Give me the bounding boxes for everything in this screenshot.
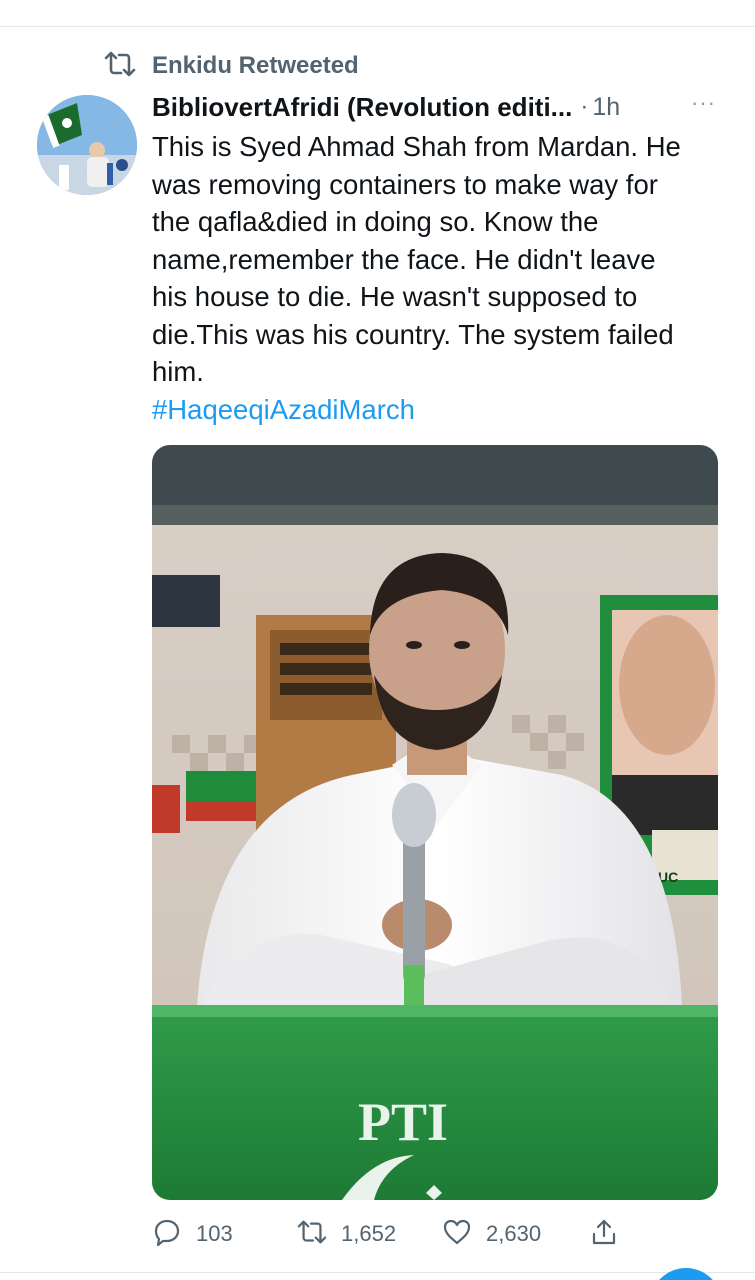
retweet-icon [297, 1217, 327, 1252]
svg-text:PTI: PTI [358, 1092, 448, 1152]
retweet-button[interactable]: 1,652 [297, 1214, 396, 1254]
tweet-timestamp[interactable]: 1h [592, 93, 620, 122]
retweet-icon [104, 51, 136, 82]
bottom-divider [0, 1272, 755, 1273]
tweet-text-line: him. [152, 356, 204, 387]
top-divider [0, 26, 755, 27]
reply-count: 103 [196, 1221, 233, 1246]
tweet-text-line: name,remember the face. He didn't leave [152, 243, 656, 275]
share-icon [589, 1217, 619, 1252]
tweet-text-line: the qafla&died in doing so. Know the [152, 206, 599, 237]
share-button[interactable] [589, 1214, 619, 1254]
tweet-actions: 103 1,652 2,630 [152, 1214, 632, 1254]
tweet-photo[interactable]: UC PTI [152, 445, 718, 1200]
compose-tweet-button[interactable] [650, 1268, 722, 1280]
photo-man-speaking-icon: UC PTI [152, 445, 718, 1200]
author-name[interactable]: BibliovertAfridi (Revolution editi... [152, 92, 572, 123]
more-options-icon[interactable]: ··· [691, 90, 716, 116]
tweet-text-line: his house to die. He wasn't supposed to [152, 281, 638, 312]
header-separator: · [580, 93, 589, 120]
like-count: 2,630 [486, 1221, 542, 1246]
tweet-text-line: was removing containers to make way for [152, 168, 658, 200]
tweet-text-line: die.This was his country. The system fai… [152, 318, 674, 350]
retweet-context-text: Enkidu Retweeted [152, 52, 359, 79]
retweet-context[interactable]: Enkidu Retweeted [104, 51, 359, 82]
like-button[interactable]: 2,630 [442, 1214, 541, 1254]
heart-icon [442, 1217, 472, 1252]
reply-icon [152, 1217, 182, 1252]
reply-button[interactable]: 103 [152, 1214, 233, 1254]
hashtag-link[interactable]: #HaqeeqiAzadiMarch [152, 391, 415, 429]
tweet-header: BibliovertAfridi (Revolution editi... · … [152, 90, 722, 124]
tweet-text: This is Syed Ahmad Shah from Mardan. He … [152, 128, 727, 391]
retweet-count: 1,652 [341, 1221, 397, 1246]
avatar[interactable] [37, 95, 137, 195]
tweet-text-line: This is Syed Ahmad Shah from Mardan. He [152, 131, 681, 162]
